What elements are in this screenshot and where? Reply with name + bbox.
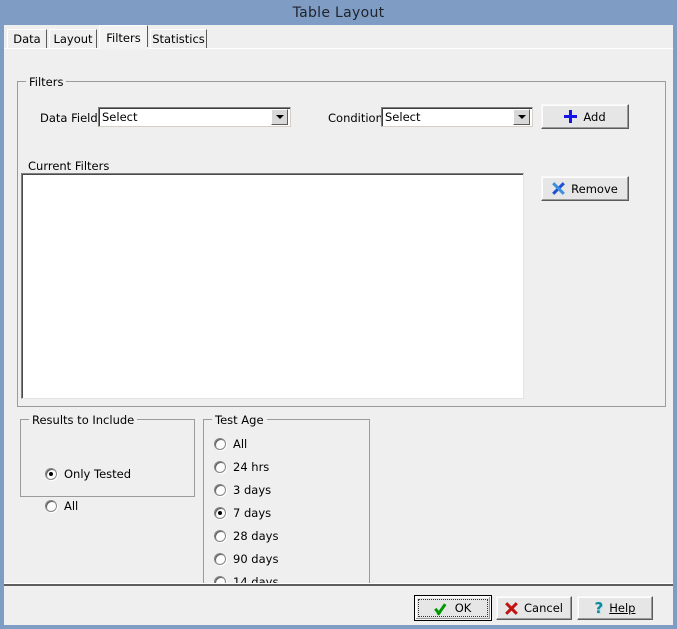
radio-results-all[interactable]: All — [45, 499, 78, 513]
data-field-label: Data Field: — [40, 111, 102, 125]
current-filters-listbox[interactable] — [21, 173, 524, 399]
radio-test-age-90-days-label: 90 days — [233, 552, 278, 566]
results-to-include-legend: Results to Include — [29, 413, 137, 427]
radio-results-only-tested[interactable]: Only Tested — [45, 467, 131, 481]
radio-test-age-7-days-label: 7 days — [233, 506, 271, 520]
tab-statistics[interactable]: Statistics — [150, 29, 207, 48]
chevron-down-icon[interactable] — [271, 109, 288, 125]
help-button-label: Help — [609, 601, 635, 615]
condition-value: Select — [382, 110, 513, 124]
data-field-value: Select — [99, 110, 271, 124]
dialog-client-area: Data Layout Filters Statistics Filters D… — [4, 25, 673, 625]
results-to-include-groupbox: Results to Include Only Tested All — [20, 419, 195, 497]
radio-icon — [214, 507, 226, 519]
radio-test-age-3-days[interactable]: 3 days — [214, 483, 271, 497]
tab-strip: Data Layout Filters Statistics — [4, 25, 673, 48]
cancel-button[interactable]: Cancel — [496, 596, 572, 620]
table-layout-dialog: Table Layout Data Layout Filters Statist… — [0, 0, 677, 629]
help-button[interactable]: ? Help — [577, 596, 653, 620]
chevron-down-icon[interactable] — [513, 109, 530, 125]
radio-results-all-label: All — [64, 499, 78, 513]
x-icon — [552, 182, 565, 195]
tab-data-label: Data — [13, 32, 40, 46]
test-age-groupbox: Test Age All 24 hrs 3 days 7 days — [203, 419, 370, 594]
radio-icon — [214, 553, 226, 565]
condition-select[interactable]: Select — [381, 107, 533, 127]
dialog-footer: OK Cancel ? Help — [4, 586, 673, 625]
filters-groupbox-legend: Filters — [26, 75, 66, 89]
radio-icon — [45, 468, 57, 480]
tab-filters-label: Filters — [106, 31, 140, 45]
radio-test-age-90-days[interactable]: 90 days — [214, 552, 278, 566]
radio-icon — [45, 500, 57, 512]
chevron-down-glyph — [518, 115, 526, 119]
add-filter-button[interactable]: Add — [541, 104, 629, 129]
question-icon: ? — [595, 601, 604, 616]
remove-filter-button-label: Remove — [571, 182, 618, 196]
tab-statistics-label: Statistics — [152, 32, 205, 46]
test-age-legend: Test Age — [212, 413, 267, 427]
window-title: Table Layout — [293, 5, 385, 21]
radio-test-age-24-hrs[interactable]: 24 hrs — [214, 460, 269, 474]
filters-tab-page: Filters Data Field: Select Condition Sel… — [4, 49, 673, 583]
add-filter-button-label: Add — [583, 110, 605, 124]
radio-icon — [214, 484, 226, 496]
radio-icon — [214, 530, 226, 542]
check-icon — [435, 602, 449, 615]
chevron-down-glyph — [276, 115, 284, 119]
remove-filter-button[interactable]: Remove — [541, 176, 629, 201]
plus-icon — [564, 110, 577, 123]
radio-icon — [214, 461, 226, 473]
window-titlebar: Table Layout — [0, 0, 677, 25]
radio-test-age-28-days-label: 28 days — [233, 529, 278, 543]
focus-indicator — [418, 599, 488, 617]
radio-icon — [214, 438, 226, 450]
radio-test-age-all-label: All — [233, 437, 247, 451]
active-tab-joint — [99, 47, 148, 50]
ok-button-label: OK — [455, 601, 472, 615]
tab-layout[interactable]: Layout — [49, 29, 97, 48]
data-field-select[interactable]: Select — [98, 107, 291, 127]
condition-label: Condition — [328, 111, 383, 125]
tab-data[interactable]: Data — [7, 29, 47, 48]
ok-button[interactable]: OK — [415, 596, 491, 620]
current-filters-label: Current Filters — [28, 159, 109, 173]
cancel-button-label: Cancel — [524, 601, 563, 615]
radio-test-age-3-days-label: 3 days — [233, 483, 271, 497]
radio-test-age-7-days[interactable]: 7 days — [214, 506, 271, 520]
radio-test-age-all[interactable]: All — [214, 437, 247, 451]
radio-test-age-28-days[interactable]: 28 days — [214, 529, 278, 543]
tab-filters[interactable]: Filters — [99, 25, 148, 49]
radio-results-only-tested-label: Only Tested — [64, 467, 131, 481]
tab-layout-label: Layout — [53, 32, 92, 46]
x-icon — [505, 602, 518, 615]
radio-test-age-24-hrs-label: 24 hrs — [233, 460, 269, 474]
